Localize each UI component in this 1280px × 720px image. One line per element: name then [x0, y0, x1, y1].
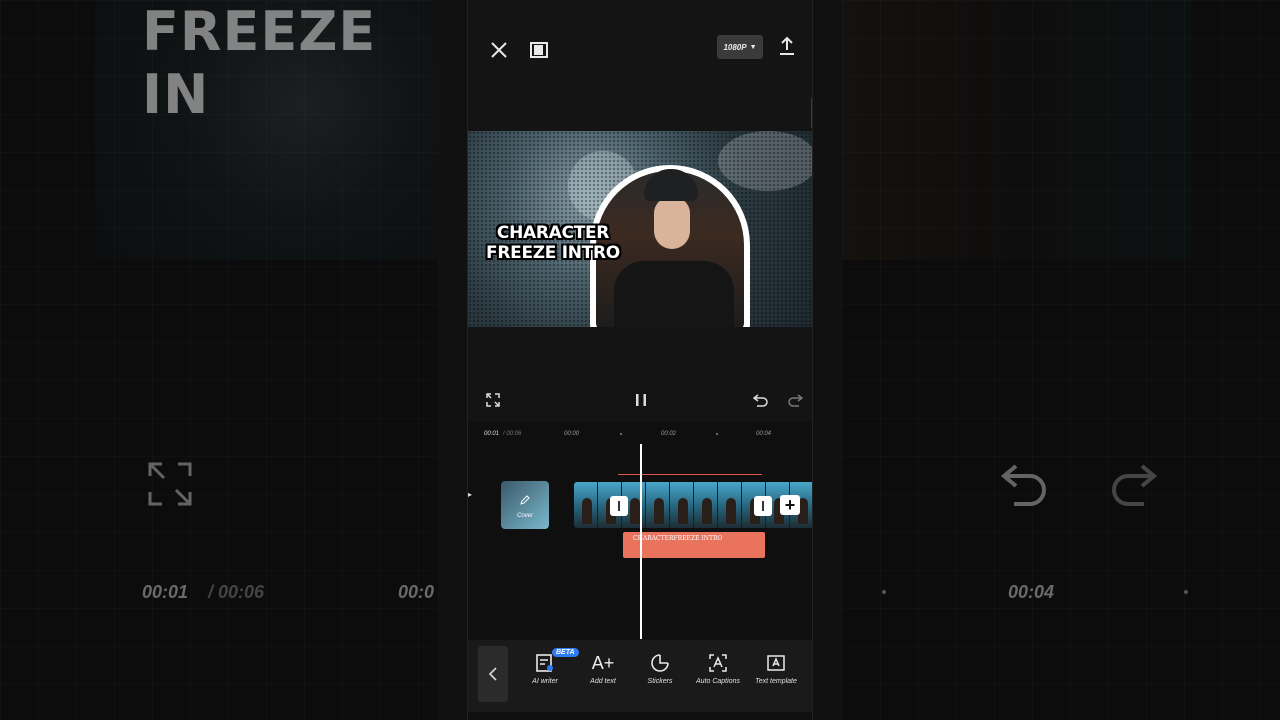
back-button[interactable] — [478, 646, 508, 702]
add-clip-button[interactable]: + — [780, 495, 800, 515]
auto-captions-icon — [709, 654, 727, 672]
stickers-icon — [651, 654, 669, 672]
clip-frame — [718, 482, 742, 528]
background-total-time: / 00:06 — [208, 582, 265, 602]
edit-icon — [520, 495, 530, 505]
scrollbar[interactable] — [811, 98, 812, 128]
tool-label: Stickers — [647, 678, 673, 685]
tool-stickers[interactable]: Stickers — [632, 652, 688, 685]
text-template-icon — [767, 655, 785, 671]
clip-frame — [646, 482, 670, 528]
text-clip-label: CHARACTERFREEZE INTRO — [633, 535, 723, 542]
cover-button[interactable]: Cover — [501, 481, 549, 529]
export-icon — [780, 36, 794, 55]
trim-handle-right[interactable] — [754, 496, 772, 516]
tool-label: Text template — [755, 678, 797, 685]
text-clip[interactable]: CHARACTERFREEZE INTRO — [623, 532, 765, 558]
background-right: 00:04 — [842, 0, 1280, 720]
undo-icon — [753, 394, 768, 407]
redo-icon — [788, 394, 803, 407]
tool-label: Add text — [590, 678, 616, 685]
screen: FREEZE IN 00:01 / 00:06 00:0 00:04 1080P… — [0, 0, 1280, 720]
top-bar: 1080P ▼ — [468, 0, 812, 130]
tool-add-text[interactable]: A+ Add text — [575, 652, 631, 686]
background-mark: 00:04 — [1008, 582, 1055, 602]
preview-title-line1: CHARACTER — [496, 223, 610, 243]
playback-controls — [468, 385, 812, 415]
left-edge-marker: ▸ — [468, 490, 473, 499]
tool-label: AI writer — [532, 678, 558, 685]
cover-label: Cover — [516, 513, 533, 519]
playhead[interactable] — [640, 444, 642, 639]
trim-handle-left[interactable] — [610, 496, 628, 516]
video-preview[interactable]: CHARACTER FREEZE INTRO — [468, 131, 812, 327]
tool-text-template[interactable]: Text template — [748, 652, 804, 685]
bottom-toolbar: AI writer BETA A+ Add text Stickers Auto… — [468, 640, 812, 720]
resolution-dropdown[interactable]: 1080P ▼ — [717, 35, 763, 59]
total-time: / 00:06 — [503, 431, 522, 437]
time-mark: 00:02 — [661, 431, 677, 437]
redo-icon — [1108, 460, 1158, 517]
resolution-label: 1080P — [723, 42, 747, 52]
export-button[interactable] — [776, 34, 798, 58]
pause-button[interactable] — [631, 390, 651, 410]
editor-app: 1080P ▼ CHARACTER FREEZE INTRO 00:01 / 0… — [467, 0, 813, 720]
timeline[interactable]: 00:01 / 00:06 00:00 00:02 00:04 ▸ Cover — [468, 422, 812, 640]
layout-button[interactable] — [528, 39, 550, 61]
preview-title[interactable]: CHARACTER FREEZE INTRO — [482, 223, 624, 263]
home-indicator-area — [468, 712, 812, 720]
clip-frame — [670, 482, 694, 528]
undo-button[interactable] — [751, 390, 771, 410]
fullscreen-icon — [146, 460, 194, 519]
tool-label: Auto Captions — [696, 678, 740, 685]
redo-button[interactable] — [785, 390, 805, 410]
pause-icon — [636, 394, 646, 406]
clip-frame — [694, 482, 718, 528]
background-left: FREEZE IN 00:01 / 00:06 00:0 — [0, 0, 438, 720]
close-button[interactable] — [488, 39, 510, 61]
undo-icon — [1000, 460, 1050, 517]
background-mark: 00:0 — [398, 582, 435, 602]
time-mark: 00:00 — [564, 431, 580, 437]
current-time: 00:01 — [484, 431, 500, 437]
subject-face — [654, 197, 690, 249]
fullscreen-button[interactable] — [484, 391, 502, 409]
ai-writer-icon — [536, 654, 553, 672]
fullscreen-icon — [486, 393, 500, 407]
add-text-icon: A+ — [591, 652, 615, 673]
layout-icon — [530, 42, 548, 58]
time-mark: 00:04 — [756, 431, 772, 437]
preview-title-line2: FREEZE INTRO — [486, 243, 620, 263]
close-icon — [491, 42, 507, 58]
chevron-left-icon — [488, 667, 497, 681]
background-current-time: 00:01 — [142, 582, 189, 602]
clip-frame — [574, 482, 598, 528]
tool-auto-captions[interactable]: Auto Captions — [690, 652, 746, 685]
subject-shirt — [614, 261, 734, 327]
background-title: FREEZE IN — [142, 0, 377, 126]
chevron-down-icon: ▼ — [749, 43, 757, 51]
